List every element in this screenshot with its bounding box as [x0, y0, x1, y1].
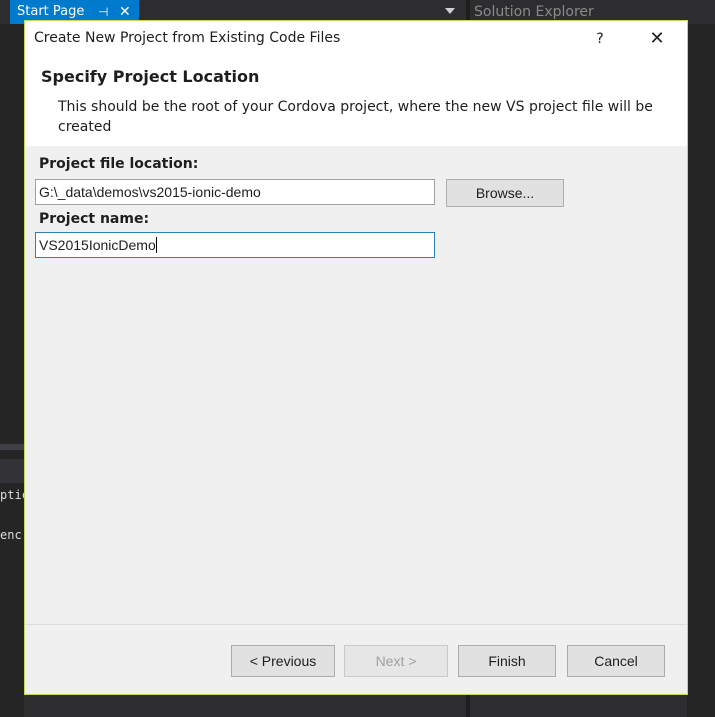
next-button[interactable]: Next >: [344, 645, 448, 677]
help-button[interactable]: ?: [588, 27, 612, 51]
close-button[interactable]: ✕: [644, 27, 670, 51]
dialog-header: Specify Project Location This should be …: [25, 57, 687, 146]
solution-explorer-panel: [687, 24, 715, 717]
location-input[interactable]: G:\_data\demos\vs2015-ionic-demo: [35, 179, 435, 205]
text-caret: [155, 237, 157, 253]
dialog-title: Create New Project from Existing Code Fi…: [34, 30, 341, 46]
cancel-button[interactable]: Cancel: [567, 645, 665, 677]
name-label: Project name:: [39, 211, 150, 227]
finish-button[interactable]: Finish: [458, 645, 556, 677]
previous-button[interactable]: < Previous: [231, 645, 335, 677]
location-label: Project file location:: [39, 156, 199, 172]
create-project-dialog: Create New Project from Existing Code Fi…: [24, 20, 688, 695]
project-name-value: VS2015IonicDemo: [39, 237, 156, 253]
editor-strip: [0, 24, 24, 717]
project-name-input[interactable]: VS2015IonicDemo: [35, 232, 435, 258]
step-title: Specify Project Location: [41, 67, 260, 86]
chevron-down-icon[interactable]: [445, 8, 455, 14]
panel-tab-strip: [0, 459, 24, 483]
browse-button[interactable]: Browse...: [446, 179, 564, 207]
footer-divider: [25, 624, 687, 625]
dialog-titlebar[interactable]: Create New Project from Existing Code Fi…: [25, 21, 687, 57]
scrollbar[interactable]: [0, 444, 24, 450]
code-fragment: enc: [0, 528, 22, 542]
code-fragment: ptic: [0, 488, 24, 502]
step-description: This should be the root of your Cordova …: [58, 99, 653, 135]
solution-explorer-title: Solution Explorer: [474, 4, 594, 20]
